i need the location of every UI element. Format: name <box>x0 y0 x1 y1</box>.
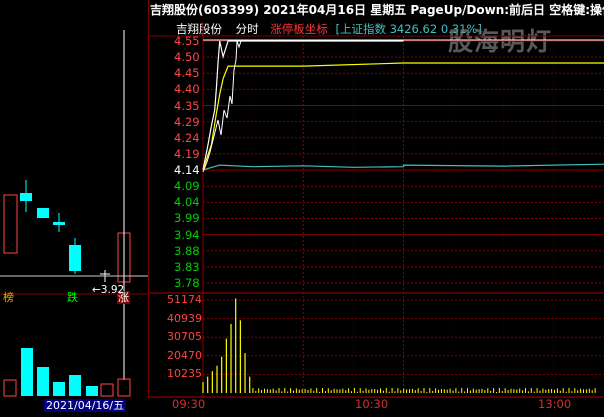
time-tick-1300: 13:00 <box>538 397 572 411</box>
intraday-chart[interactable] <box>0 0 604 413</box>
price-tick: 3.94 <box>174 227 200 242</box>
volume-tick: 20470 <box>167 348 202 362</box>
price-axis: 4.55 4.50 4.45 4.40 4.35 4.29 4.24 4.19 4.14 4.09… <box>150 34 203 391</box>
volume-tick: 40939 <box>167 311 202 325</box>
price-tick: 3.83 <box>174 259 200 274</box>
price-tick: 3.78 <box>174 276 200 290</box>
price-tick: 4.29 <box>174 114 200 129</box>
price-tick: 4.35 <box>174 98 200 113</box>
price-tick: 3.88 <box>174 243 200 258</box>
price-tick: 4.40 <box>174 82 200 97</box>
date-box: 2021/04/16/五 <box>44 399 127 412</box>
price-tick: 4.50 <box>174 50 200 65</box>
time-tick-1030: 10:30 <box>355 397 389 411</box>
price-tick: 4.24 <box>174 130 200 145</box>
price-tick: 4.45 <box>174 66 200 81</box>
price-tick: 4.09 <box>174 179 200 194</box>
price-tick: 4.14 <box>174 163 200 178</box>
volume-tick: 51174 <box>167 293 202 306</box>
price-tick: 4.19 <box>174 146 200 161</box>
volume-tick: 10235 <box>167 367 202 381</box>
price-tick: 3.99 <box>174 211 200 226</box>
price-tick: 4.04 <box>174 195 200 210</box>
volume-tick: 30705 <box>167 330 202 344</box>
time-tick-0930: 09:30 <box>172 397 206 411</box>
price-tick: 4.55 <box>174 34 200 48</box>
